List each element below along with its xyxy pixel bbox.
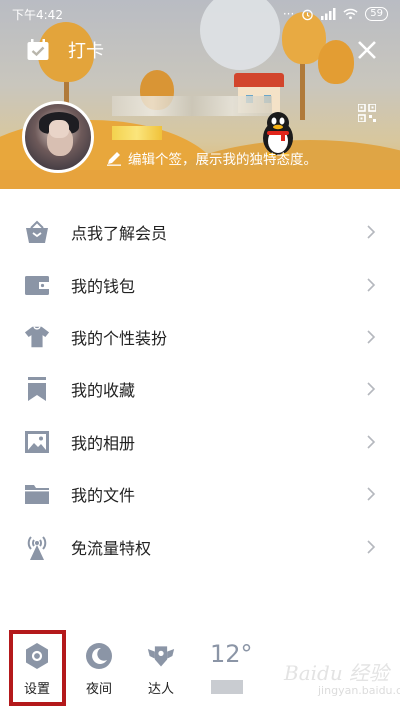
blurred-nickname [112,96,272,116]
chevron-right-icon [367,330,376,344]
photo-icon [24,429,50,455]
watermark-url: jingyan.baidu.com [318,684,400,697]
menu-item-album[interactable]: 我的相册 [0,416,400,468]
chevron-right-icon [367,225,376,239]
more-dots-icon: ··· [282,7,295,21]
weather-temperature: 12° [210,640,253,668]
settings-highlight-box [9,630,66,706]
winged-badge-icon [147,642,175,670]
folder-icon [24,481,50,507]
chevron-right-icon [367,539,376,554]
avatar[interactable] [22,101,94,173]
status-bar: 下午4:42 ··· 59 [0,0,400,28]
battery-indicator: 59 [365,7,388,21]
wifi-icon [343,8,358,20]
expert-label: 达人 [147,682,174,697]
menu-item-label: 我的收藏 [71,381,136,401]
chevron-right-icon [367,278,376,292]
signal-icon [321,8,336,20]
close-icon[interactable] [354,37,380,63]
status-time: 下午4:42 [12,7,63,22]
chevron-right-icon [367,382,376,396]
menu-item-label: 我的文件 [71,486,136,506]
alarm-icon [302,9,314,20]
signal-tower-icon [24,534,50,560]
shirt-icon [24,324,50,350]
expert-button[interactable]: 达人 [131,628,191,706]
menu-item-label: 免流量特权 [71,538,152,558]
blurred-weather-location [211,680,243,694]
watermark-text: Baidu 经验 [284,661,390,685]
vip-icon [24,219,50,245]
calendar-check-icon[interactable] [26,38,50,62]
pencil-icon [107,152,121,166]
menu-item-label: 我的相册 [71,433,136,453]
bookmark-icon [24,376,50,402]
menu-item-label: 我的钱包 [71,276,136,296]
menu-item-dressup[interactable]: 我的个性装扮 [0,311,400,363]
drawer-menu: 点我了解会员 我的钱包 我的个性装扮 我的收藏 我的相册 我的文件 免流量特权 [0,206,400,573]
blurred-level-badge [112,126,162,140]
menu-item-label: 点我了解会员 [71,224,168,244]
top-bar: 打卡 [0,34,400,66]
menu-item-wallet[interactable]: 我的钱包 [0,258,400,310]
night-mode-label: 夜间 [85,682,112,697]
chevron-right-icon [367,487,376,501]
menu-item-label: 我的个性装扮 [71,328,168,348]
punch-in-label[interactable]: 打卡 [68,37,104,63]
menu-item-free-data[interactable]: 免流量特权 [0,520,400,572]
menu-item-vip[interactable]: 点我了解会员 [0,206,400,258]
qr-code-icon[interactable] [358,104,376,122]
signature-text: 编辑个签，展示我的独特态度。 [128,152,317,168]
chevron-right-icon [367,435,376,449]
moon-icon [85,642,113,670]
night-mode-button[interactable]: 夜间 [69,628,129,706]
signature-row[interactable]: 编辑个签，展示我的独特态度。 [106,148,317,168]
wallet-icon [24,272,50,298]
menu-item-files[interactable]: 我的文件 [0,468,400,520]
menu-item-favorites[interactable]: 我的收藏 [0,363,400,415]
